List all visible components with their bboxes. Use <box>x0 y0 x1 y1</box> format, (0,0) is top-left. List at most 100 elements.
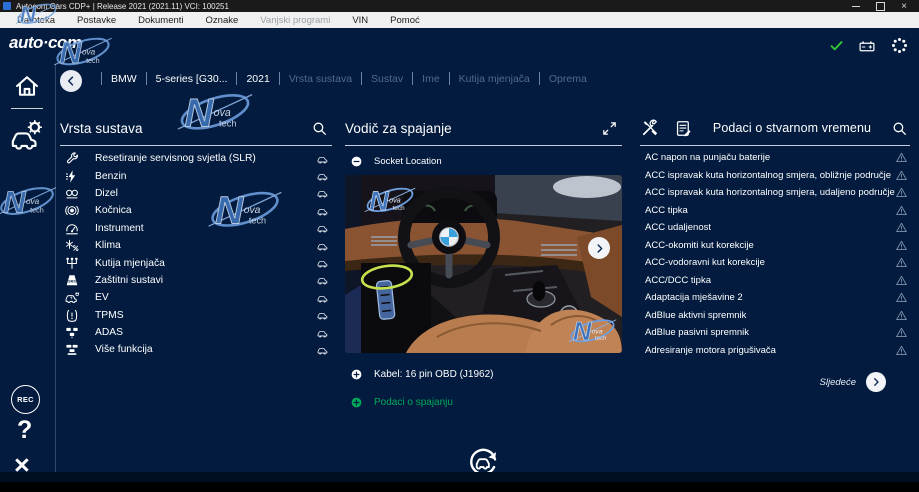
live-data-item[interactable]: ACC ispravak kuta horizontalnog smjera, … <box>640 167 910 185</box>
injector-icon <box>63 169 81 184</box>
live-data-item[interactable]: ACC udaljenost <box>640 219 910 237</box>
system-list-item[interactable]: EV <box>60 289 332 306</box>
gauge-icon <box>63 221 81 236</box>
menu-item[interactable]: VIN <box>341 15 379 26</box>
search-icon[interactable] <box>311 120 328 137</box>
more-icon <box>63 342 81 357</box>
warning-triangle-icon <box>895 309 908 322</box>
close-icon[interactable]: × <box>901 1 907 11</box>
system-list-item[interactable]: Dizel <box>60 185 332 202</box>
live-data-title: Podaci o stvarnom vremenu <box>712 121 872 135</box>
menu-item[interactable]: Postavke <box>66 15 127 26</box>
system-list-item[interactable]: Zaštitni sustavi <box>60 272 332 289</box>
system-list-item[interactable]: Instrument <box>60 220 332 237</box>
connection-data-link[interactable]: Podaci o spajanju <box>345 392 622 412</box>
help-button[interactable]: ? <box>17 416 32 445</box>
car-icon <box>315 344 331 356</box>
wrench-icon <box>63 151 81 166</box>
live-data-item[interactable]: AdBlue aktivni spremnik <box>640 307 910 325</box>
menu-item[interactable]: Pomoć <box>379 15 431 26</box>
live-data-item[interactable]: ACC-vodoravni kut korekcije <box>640 254 910 272</box>
chevron-right-icon <box>593 242 606 255</box>
system-list-item[interactable]: ADAS <box>60 324 332 341</box>
guide-panel-title: Vodič za spajanje <box>345 120 452 136</box>
expand-icon[interactable] <box>601 120 618 137</box>
system-list-item[interactable]: Resetiranje servisnog svjetla (SLR) <box>60 150 332 167</box>
car-icon <box>315 187 331 199</box>
system-list-item[interactable]: Kočnica <box>60 202 332 219</box>
system-list-item[interactable]: TPMS <box>60 307 332 324</box>
live-data-panel: Podaci o stvarnom vremenu AC napon na pu… <box>640 114 910 392</box>
tpms-icon <box>63 308 81 323</box>
car-icon <box>315 274 331 286</box>
breadcrumb-item[interactable]: Kutija mjenjača <box>440 72 530 85</box>
breadcrumb-item[interactable]: 2021 <box>227 72 270 85</box>
car-icon <box>315 327 331 339</box>
search-icon[interactable] <box>891 120 908 137</box>
next-page-button[interactable] <box>866 372 886 392</box>
breadcrumb-item[interactable]: Ime <box>403 72 440 85</box>
breadcrumb-item[interactable]: BMW <box>92 72 137 85</box>
live-data-item[interactable]: Adaptacija mješavine 2 <box>640 289 910 307</box>
car-icon <box>315 240 331 252</box>
live-data-item[interactable]: Adresiranje motora prigušivača <box>640 342 910 360</box>
systems-panel-title: Vrsta sustava <box>60 120 143 136</box>
warning-triangle-icon <box>895 256 908 269</box>
car-icon <box>315 292 331 304</box>
next-image-button[interactable] <box>588 237 610 259</box>
minus-circle-icon <box>350 155 363 168</box>
car-diagnostics-icon[interactable] <box>9 118 45 152</box>
breadcrumb-item[interactable]: Vrsta sustava <box>270 72 352 85</box>
menu-item[interactable]: Oznake <box>195 15 250 26</box>
window-titlebar: Autocom Cars CDP+ | Release 2021 (2021.1… <box>0 0 919 12</box>
minimize-icon[interactable] <box>852 5 861 7</box>
maximize-icon[interactable] <box>876 1 886 11</box>
breadcrumb-item[interactable]: Oprema <box>530 72 587 85</box>
menu-item[interactable]: Vanjski programi <box>249 15 341 26</box>
vci-battery-icon[interactable] <box>857 37 877 55</box>
breadcrumb-item[interactable]: 5-series [G30... <box>137 72 227 85</box>
systems-panel: Vrsta sustava Resetiranje servisnog svje… <box>60 114 332 359</box>
socket-location-toggle[interactable]: Socket Location <box>345 150 622 172</box>
live-data-item[interactable]: ACC tipka <box>640 202 910 220</box>
check-icon <box>829 38 844 53</box>
report-icon[interactable] <box>674 119 693 138</box>
breadcrumb-item[interactable]: Sustav <box>352 72 403 85</box>
rec-button[interactable]: REC <box>11 385 40 414</box>
home-icon[interactable] <box>13 72 41 100</box>
next-label: Sljedeće <box>819 376 856 388</box>
live-data-item[interactable]: ACC ispravak kuta horizontalnog smjera, … <box>640 184 910 202</box>
chevron-left-icon <box>64 74 78 88</box>
live-data-item[interactable]: AC napon na punjaču baterije <box>640 149 910 167</box>
chevron-right-icon <box>870 376 882 388</box>
menu-bar: Datoteka Postavke Dokumenti Oznake Vanjs… <box>0 12 919 28</box>
system-list-item[interactable]: Kutija mjenjača <box>60 254 332 271</box>
breadcrumb: BMW 5-series [G30... 2021 Vrsta sustava … <box>92 72 587 85</box>
bottom-strip <box>0 472 919 482</box>
live-data-item[interactable]: AdBlue pasivni spremnik <box>640 324 910 342</box>
climate-icon <box>63 238 81 253</box>
app-surface: auto·com BMW 5-series [G30... 2021 Vrsta… <box>0 28 919 482</box>
warning-triangle-icon <box>895 344 908 357</box>
warning-triangle-icon <box>895 169 908 182</box>
warning-triangle-icon <box>895 151 908 164</box>
system-list-item[interactable]: Više funkcija <box>60 341 332 358</box>
cable-toggle[interactable]: Kabel: 16 pin OBD (J1962) <box>345 364 622 384</box>
abs-icon <box>63 203 81 218</box>
warning-triangle-icon <box>895 221 908 234</box>
system-list-item[interactable]: Benzin <box>60 167 332 184</box>
live-data-item[interactable]: ACC/DCC tipka <box>640 272 910 290</box>
warning-triangle-icon <box>895 274 908 287</box>
back-button[interactable] <box>60 70 82 92</box>
menu-item[interactable]: Datoteka <box>6 15 66 26</box>
tools-icon[interactable] <box>640 118 660 138</box>
menu-item[interactable]: Dokumenti <box>127 15 194 26</box>
shifter-icon <box>63 256 81 271</box>
spinner-dots-icon[interactable] <box>890 36 909 55</box>
warning-triangle-icon <box>895 204 908 217</box>
plus-circle-icon <box>350 368 363 381</box>
system-list-item[interactable]: Klima <box>60 237 332 254</box>
live-data-item[interactable]: ACC-okomiti kut korekcije <box>640 237 910 255</box>
car-icon <box>315 309 331 321</box>
car-icon <box>315 257 331 269</box>
